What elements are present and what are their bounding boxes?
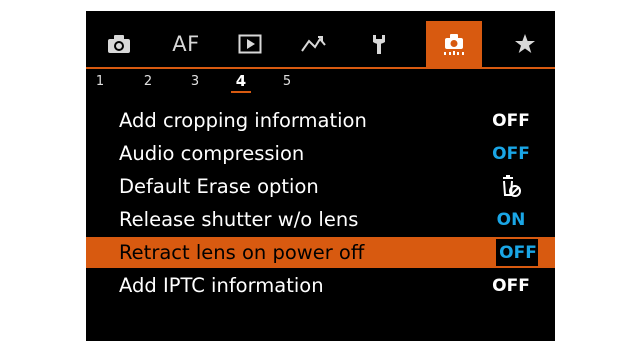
wrench-icon [373, 35, 385, 54]
menu-item-label: Default Erase option [119, 175, 319, 198]
tab-af[interactable]: AF [161, 21, 211, 67]
menu-item-label: Audio compression [119, 142, 305, 165]
subtab-1[interactable]: 1 [90, 69, 110, 93]
menu-item-label: Retract lens on power off [119, 241, 365, 264]
tab-wireless[interactable] [289, 21, 339, 67]
menu-item-retract-lens-on-power-off[interactable]: Retract lens on power off OFF [86, 236, 555, 269]
subtab-4[interactable]: 4 [231, 69, 251, 93]
camera-icon [108, 35, 130, 53]
menu-item-label: Release shutter w/o lens [119, 208, 359, 231]
tab-playback[interactable] [225, 21, 275, 67]
tab-my-menu[interactable] [500, 21, 550, 67]
sub-tab-bar: 1 2 3 4 5 [86, 69, 555, 93]
erase-cancel-icon [503, 174, 521, 197]
menu-item-add-iptc-information[interactable]: Add IPTC information OFF [86, 269, 555, 302]
menu-item-audio-compression[interactable]: Audio compression OFF [86, 137, 555, 170]
tab-shooting[interactable] [94, 21, 144, 67]
camera-menu-screen: AF 1 2 3 4 5 Add cropping information OF… [86, 11, 555, 341]
subtab-3[interactable]: 3 [185, 69, 205, 93]
wireless-icon [301, 36, 326, 52]
custom-functions-icon [444, 34, 464, 55]
menu-item-value [476, 170, 546, 203]
menu-item-default-erase-option[interactable]: Default Erase option [86, 170, 555, 203]
main-tab-bar: AF [86, 21, 555, 67]
playback-icon [238, 34, 262, 54]
tab-af-label: AF [172, 32, 200, 56]
menu-item-add-cropping-information[interactable]: Add cropping information OFF [86, 104, 555, 137]
menu-item-release-shutter-without-lens[interactable]: Release shutter w/o lens ON [86, 203, 555, 236]
tab-setup[interactable] [354, 21, 404, 67]
menu-item-value: ON [496, 209, 526, 230]
subtab-5[interactable]: 5 [277, 69, 297, 93]
menu-item-value: OFF [492, 110, 530, 131]
subtab-4-label: 4 [235, 72, 247, 90]
star-icon [515, 34, 535, 53]
subtab-active-underline [231, 91, 251, 93]
menu-item-label: Add IPTC information [119, 274, 324, 297]
tab-custom-functions[interactable] [426, 21, 482, 67]
subtab-2[interactable]: 2 [138, 69, 158, 93]
menu-item-value: OFF [492, 275, 530, 296]
menu-item-value: OFF [499, 242, 537, 263]
menu-item-value: OFF [492, 143, 530, 164]
menu-item-label: Add cropping information [119, 109, 367, 132]
